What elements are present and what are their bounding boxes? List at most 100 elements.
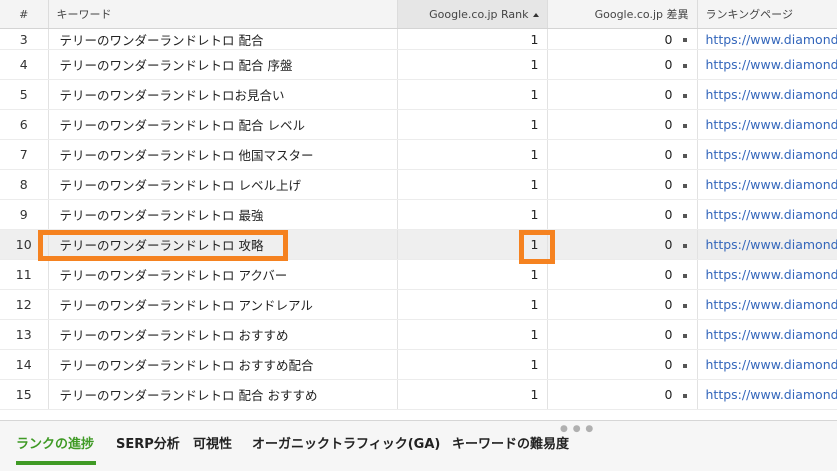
active-tab-indicator: [16, 461, 96, 465]
keyword-cell: テリーのワンダーランドレトロ おすすめ配合: [48, 349, 398, 380]
rank-cell: 1: [397, 49, 548, 80]
ranking-page-link[interactable]: https://www.diamond-sta: [697, 379, 837, 410]
keyword-cell: テリーのワンダーランドレトロ 最強: [48, 199, 398, 230]
diff-cell: 0: [547, 109, 698, 140]
rank-cell: 1: [397, 379, 548, 410]
square-bullet-icon: [682, 243, 687, 248]
table-row[interactable]: 9テリーのワンダーランドレトロ 最強1 0 https://www.diamond-…: [0, 199, 837, 230]
table-row[interactable]: 7 テリーのワンダーランドレトロ 他国マスター 1 0 https://www.diam…: [0, 139, 837, 170]
diff-value: 0: [664, 327, 673, 342]
column-header-keyword[interactable]: キーワード: [48, 0, 398, 29]
square-bullet-icon: [682, 183, 687, 188]
diff-value: 0: [664, 387, 673, 402]
ranking-page-link[interactable]: https://www.diamond-sta: [697, 139, 837, 170]
row-number: 4: [0, 49, 49, 80]
rank-cell: 1: [397, 169, 548, 200]
diff-value: 0: [664, 117, 673, 132]
square-bullet-icon: [682, 333, 687, 338]
ranking-page-link[interactable]: https://www.diamond-sta: [697, 49, 837, 80]
row-number: 6: [0, 109, 49, 140]
column-header-rank-label: Google.co.jp Rank: [429, 7, 529, 21]
square-bullet-icon: [682, 123, 687, 128]
sort-ascending-icon: [532, 12, 539, 17]
rank-cell: 1: [397, 79, 548, 110]
ranking-page-link[interactable]: https://www.diamond-sta: [697, 199, 837, 230]
table-row[interactable]: 15 テリーのワンダーランドレトロ 配合 おすすめ 1 0 https://www.di…: [0, 379, 837, 410]
diff-cell: 0: [547, 229, 698, 260]
diff-value: 0: [664, 237, 673, 252]
highlight-box-keyword: [38, 230, 288, 261]
keyword-cell: テリーのワンダーランドレトロ 配合: [48, 28, 398, 50]
square-bullet-icon: [682, 93, 687, 98]
row-number: 14: [0, 349, 49, 380]
diff-cell: 0: [547, 349, 698, 380]
square-bullet-icon: [682, 213, 687, 218]
table-row[interactable]: 11 テリーのワンダーランドレトロ アクバー 1 0 https://www.diamo…: [0, 259, 837, 290]
keyword-cell: テリーのワンダーランドレトロお見合い: [48, 79, 398, 110]
keyword-cell: テリーのワンダーランドレトロ 配合 おすすめ: [48, 379, 398, 410]
square-bullet-icon: [682, 153, 687, 158]
rank-cell: 1: [397, 289, 548, 320]
diff-cell: 0: [547, 139, 698, 170]
keyword-cell: テリーのワンダーランドレトロ おすすめ: [48, 319, 398, 350]
ranking-page-link[interactable]: https://www.diamond-sta: [697, 289, 837, 320]
row-number: 9: [0, 199, 49, 230]
rank-table: # キーワード Google.co.jp Rank Google.co.jp 差…: [0, 0, 837, 410]
ranking-page-link[interactable]: https://www.diamond-sta: [697, 28, 837, 50]
ranking-page-link[interactable]: https://www.diamond-sta: [697, 319, 837, 350]
rank-table-container: # キーワード Google.co.jp Rank Google.co.jp 差…: [0, 0, 837, 420]
row-number: 11: [0, 259, 49, 290]
row-number: 5: [0, 79, 49, 110]
row-number: 12: [0, 289, 49, 320]
row-number: 15: [0, 379, 49, 410]
keyword-cell: テリーのワンダーランドレトロ 配合 レベル: [48, 109, 398, 140]
diff-cell: 0: [547, 28, 698, 50]
square-bullet-icon: [682, 273, 687, 278]
rank-cell: 1: [397, 259, 548, 290]
diff-value: 0: [664, 297, 673, 312]
row-number: 13: [0, 319, 49, 350]
ranking-page-link[interactable]: https://www.diamond-sta: [697, 109, 837, 140]
ranking-page-link[interactable]: https://www.diamond-sta: [697, 229, 837, 260]
table-row[interactable]: 3テリーのワンダーランドレトロ 配合1 0 https://www.diamond-…: [0, 28, 837, 50]
diff-value: 0: [664, 207, 673, 222]
table-row[interactable]: 13 テリーのワンダーランドレトロ おすすめ 1 0 https://www.diamo…: [0, 319, 837, 350]
diff-value: 0: [664, 267, 673, 282]
diff-cell: 0: [547, 289, 698, 320]
square-bullet-icon: [682, 38, 687, 42]
table-row[interactable]: 6 テリーのワンダーランドレトロ 配合 レベル 1 0 https://www.diam…: [0, 109, 837, 140]
tab-visibility[interactable]: 可視性: [193, 433, 232, 452]
ranking-page-link[interactable]: https://www.diamond-sta: [697, 79, 837, 110]
diff-cell: 0: [547, 49, 698, 80]
diff-value: 0: [664, 147, 673, 162]
diff-value: 0: [664, 57, 673, 72]
rank-cell: 1: [397, 319, 548, 350]
table-row[interactable]: 12 テリーのワンダーランドレトロ アンドレアル 1 0 https://www.dia…: [0, 289, 837, 320]
keyword-cell: テリーのワンダーランドレトロ 他国マスター: [48, 139, 398, 170]
keyword-cell: テリーのワンダーランドレトロ 配合 序盤: [48, 49, 398, 80]
tab-organic-traffic[interactable]: オーガニックトラフィック(GA): [252, 433, 440, 452]
table-header-row: # キーワード Google.co.jp Rank Google.co.jp 差…: [0, 0, 837, 29]
ranking-page-link[interactable]: https://www.diamond-sta: [697, 169, 837, 200]
table-row[interactable]: 4 テリーのワンダーランドレトロ 配合 序盤 1 0 https://www.diamo…: [0, 49, 837, 80]
diff-cell: 0: [547, 169, 698, 200]
tab-serp-analysis[interactable]: SERP分析: [116, 433, 180, 452]
column-header-diff[interactable]: Google.co.jp 差異: [547, 0, 698, 29]
table-row[interactable]: 14 テリーのワンダーランドレトロ おすすめ配合 1 0 https://www.dia…: [0, 349, 837, 380]
column-header-ranking-page[interactable]: ランキングページ: [697, 0, 837, 29]
table-row[interactable]: 5テリーのワンダーランドレトロお見合い1 0 https://www.diamond…: [0, 79, 837, 110]
row-number: 7: [0, 139, 49, 170]
tab-keyword-difficulty[interactable]: キーワードの難易度: [452, 433, 569, 452]
row-number: 3: [0, 28, 49, 50]
table-row[interactable]: 8 テリーのワンダーランドレトロ レベル上げ 1 0 https://www.diamo…: [0, 169, 837, 200]
ranking-page-link[interactable]: https://www.diamond-sta: [697, 349, 837, 380]
diff-cell: 0: [547, 259, 698, 290]
rank-cell: 1: [397, 199, 548, 230]
tab-rank-progress[interactable]: ランクの進捗: [16, 433, 94, 452]
diff-value: 0: [664, 357, 673, 372]
keyword-cell: テリーのワンダーランドレトロ アンドレアル: [48, 289, 398, 320]
column-header-number[interactable]: #: [0, 0, 49, 29]
column-header-rank[interactable]: Google.co.jp Rank: [397, 0, 548, 29]
diff-value: 0: [664, 31, 673, 47]
ranking-page-link[interactable]: https://www.diamond-sta: [697, 259, 837, 290]
